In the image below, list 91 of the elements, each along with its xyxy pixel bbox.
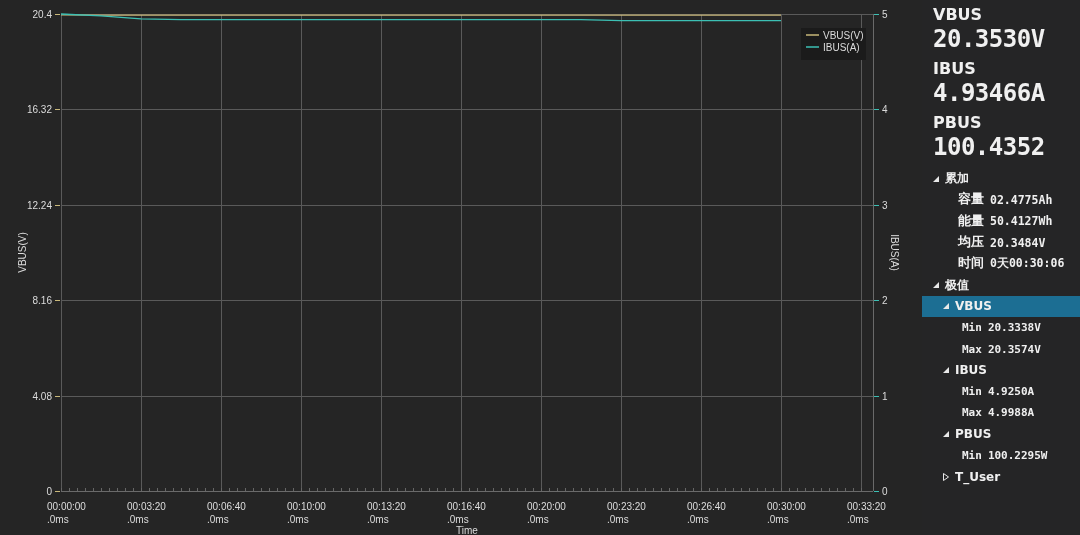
tree-label: 极值 <box>945 276 969 294</box>
tick-mark <box>54 14 61 15</box>
stat-label: 容量 <box>958 191 984 209</box>
tree-node[interactable]: T_User <box>922 466 1080 488</box>
tick-mark <box>873 396 880 397</box>
tick-mark <box>54 300 61 301</box>
tick-mark <box>54 491 61 492</box>
axis-tick-label: 00:03:20 .0ms <box>127 501 166 525</box>
tree-label: 累加 <box>945 170 969 188</box>
stat-label: Min <box>962 321 982 335</box>
expanded-arrow-icon[interactable] <box>942 366 950 375</box>
axis-tick-label: 00:13:20 .0ms <box>367 501 406 525</box>
axis-tick-label: 00:26:40 .0ms <box>687 501 726 525</box>
tree-row[interactable]: 时间 0天00:30:06 <box>922 253 1080 275</box>
axis-tick-label: 1 <box>882 391 888 402</box>
axis-tick-label: 00:30:00 .0ms <box>767 501 806 525</box>
axis-tick-label: 3 <box>882 200 888 211</box>
axis-title: VBUS(V) <box>17 232 28 273</box>
tree-row[interactable]: Max 4.9988A <box>922 402 1080 424</box>
stat-label: 均压 <box>958 234 984 252</box>
stat-value: 20.3338V <box>987 321 1041 335</box>
readout-value: 4.93466A <box>933 78 1046 108</box>
axis-tick-label: 00:33:20 .0ms <box>847 501 886 525</box>
tree-row[interactable]: 能量 50.4127Wh <box>922 210 1080 232</box>
stat-label: Min <box>962 449 982 462</box>
tree-row[interactable]: 均压 20.3484V <box>922 231 1080 254</box>
tree-row[interactable]: Max 20.3574V <box>922 338 1080 360</box>
axis-tick-label: 00:00:00 .0ms <box>47 501 86 525</box>
axis-title: Time <box>456 525 478 535</box>
tree-label: IBUS <box>955 363 987 378</box>
stat-value: 4.9250A <box>987 385 1035 399</box>
tree-row[interactable]: Min 100.2295W <box>922 444 1080 467</box>
tick-mark <box>873 491 880 492</box>
stat-value: 4.9988A <box>987 406 1035 420</box>
legend-background <box>801 28 866 60</box>
tree-node[interactable]: IBUS <box>922 359 1080 381</box>
stat-label: Min <box>962 385 982 399</box>
stat-value: 20.3484V <box>990 235 1046 250</box>
stat-value: 20.3574V <box>987 342 1041 356</box>
tree-row[interactable]: Min 20.3338V <box>922 317 1080 339</box>
tick-mark <box>54 396 61 397</box>
axis-tick-label: 0 <box>882 486 888 497</box>
axis-tick-label: 00:20:00 .0ms <box>527 501 566 525</box>
tree-node[interactable]: 累加 <box>922 168 1080 190</box>
axis-tick-label: 12.24 <box>26 200 52 211</box>
axis-tick-label: 2 <box>882 295 888 306</box>
readout-label: PBUS <box>933 114 983 132</box>
expanded-arrow-icon[interactable] <box>942 430 950 439</box>
readout-label: IBUS <box>933 60 977 78</box>
axis-tick-label: 20.4 <box>32 9 52 20</box>
legend-label: VBUS(V) <box>823 30 864 41</box>
axis-tick-label: 16.32 <box>26 104 52 115</box>
axis-tick-label: 8.16 <box>32 295 52 306</box>
tree-node[interactable]: PBUS <box>922 423 1080 445</box>
axis-tick-label: 4.08 <box>32 391 52 402</box>
stat-label: 时间 <box>958 255 984 273</box>
expanded-arrow-icon[interactable] <box>932 174 940 183</box>
axis-tick-label: 4 <box>882 104 888 115</box>
tree-node[interactable]: VBUS <box>922 295 1080 318</box>
axis-tick-label: 0 <box>46 486 52 497</box>
axis-tick-label: 00:16:40 .0ms <box>447 501 486 525</box>
tick-mark <box>873 300 880 301</box>
axis-title: IBUS(A) <box>889 234 900 271</box>
tick-mark <box>873 109 880 110</box>
readout-value: 100.4352 <box>933 132 1046 162</box>
stat-label: 能量 <box>958 212 984 230</box>
tick-mark <box>54 109 61 110</box>
axis-tick-label: 00:10:00 .0ms <box>287 501 326 525</box>
tick-mark <box>873 14 880 15</box>
tick-mark <box>54 205 61 206</box>
readout-label: VBUS <box>933 6 984 24</box>
tree-label: PBUS <box>955 427 992 442</box>
stat-label: Max <box>962 406 982 420</box>
tick-mark <box>873 205 880 206</box>
tree-node[interactable]: 极值 <box>922 274 1080 296</box>
axis-tick-label: 00:23:20 .0ms <box>607 501 646 525</box>
stat-value: 02.4775Ah <box>990 192 1053 207</box>
stat-value: 100.2295W <box>987 449 1048 462</box>
tree-label: VBUS <box>955 299 992 314</box>
tree-row[interactable]: Min 4.9250A <box>922 380 1080 403</box>
axis-tick-label: 5 <box>882 9 888 20</box>
legend-label: IBUS(A) <box>823 42 860 53</box>
stat-label: Max <box>962 342 982 356</box>
stat-value: 50.4127Wh <box>990 214 1053 229</box>
stat-value: 0天00:30:06 <box>990 256 1065 272</box>
axis-tick-label: 00:06:40 .0ms <box>207 501 246 525</box>
tree-row[interactable]: 容量 02.4775Ah <box>922 189 1080 211</box>
tree-label: T_User <box>955 469 1001 484</box>
readout-value: 20.3530V <box>933 24 1046 54</box>
collapsed-arrow-icon[interactable] <box>942 472 950 481</box>
expanded-arrow-icon[interactable] <box>932 281 940 290</box>
